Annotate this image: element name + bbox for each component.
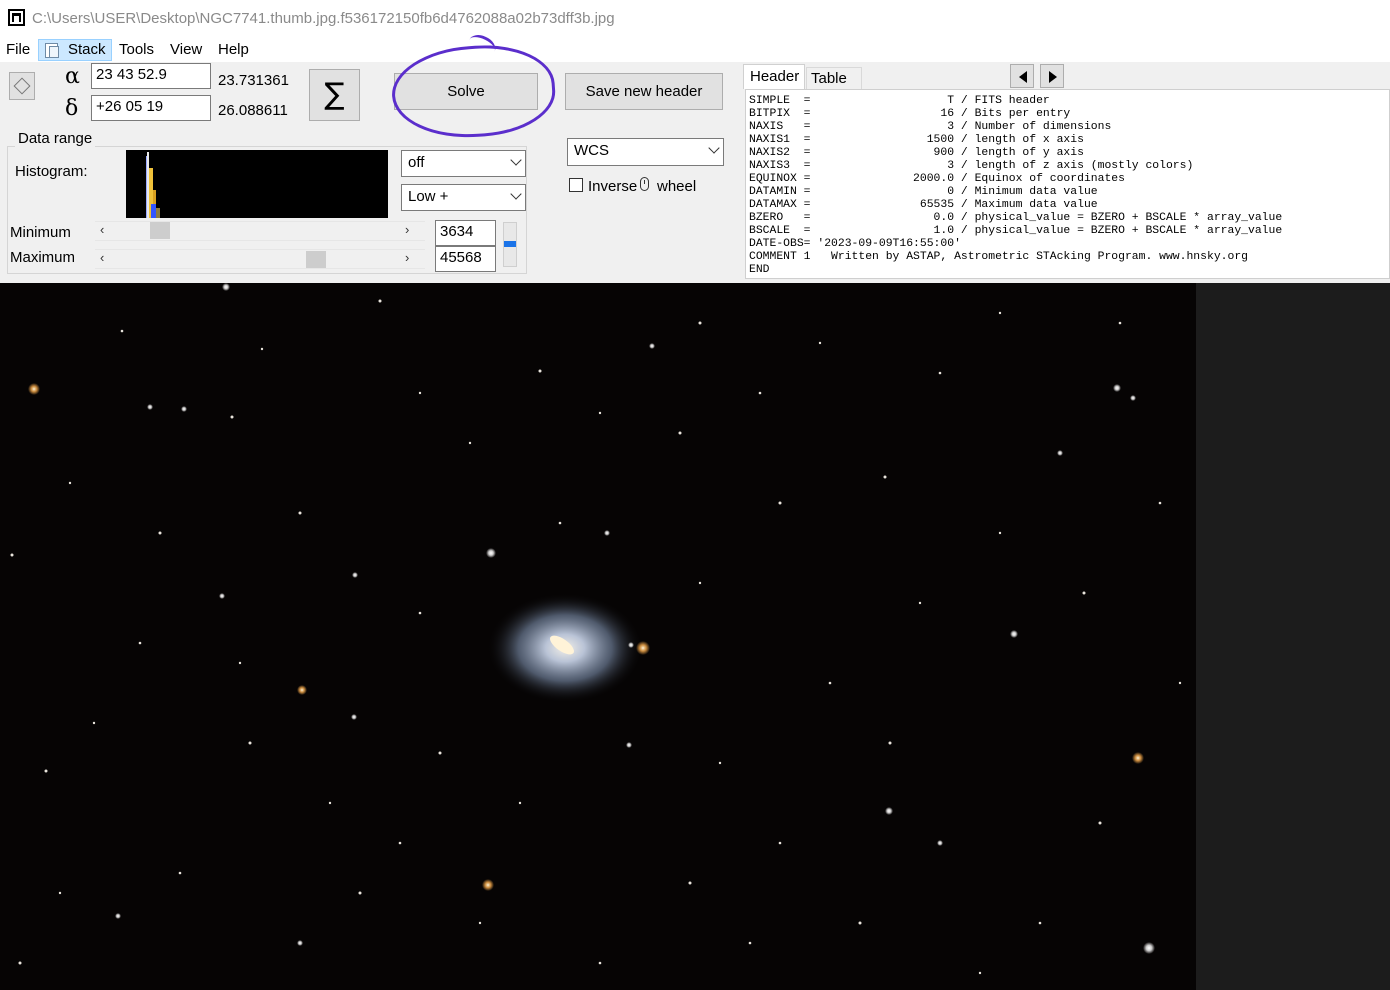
range-select[interactable]: Low + [401, 184, 526, 211]
wcs-select-value: WCS [574, 142, 609, 159]
next-button[interactable] [1040, 64, 1064, 88]
histogram-peak [156, 208, 160, 218]
diamond-icon [13, 77, 31, 95]
maximum-slider[interactable] [95, 249, 425, 269]
minimum-input[interactable]: 3634 [435, 220, 496, 246]
inverse-wheel-checkbox[interactable] [569, 178, 583, 192]
star [649, 343, 655, 349]
maximum-label: Maximum [10, 249, 76, 266]
star [222, 283, 230, 291]
wcs-select[interactable]: WCS [567, 138, 724, 166]
menu-bar [0, 38, 1390, 62]
menu-view[interactable]: View [170, 41, 202, 58]
tab-header-label: Header [750, 68, 800, 85]
star [352, 572, 358, 578]
wheel-label: wheel [657, 178, 697, 195]
chevron-down-icon [510, 154, 522, 166]
app-icon [8, 9, 25, 26]
star [636, 641, 650, 655]
spinner-indicator [504, 241, 516, 247]
star [297, 940, 303, 946]
mouse-icon [640, 177, 649, 191]
star [297, 685, 307, 695]
image-background [1196, 283, 1390, 990]
save-new-header-button[interactable]: Save new header [565, 73, 723, 110]
star [1010, 630, 1018, 638]
star [482, 879, 494, 891]
star [115, 913, 121, 919]
flip-button[interactable] [9, 72, 35, 100]
sum-button[interactable]: ∑ [309, 69, 360, 121]
star [181, 406, 187, 412]
star [147, 404, 153, 410]
star [604, 530, 610, 536]
range-select-value: Low + [408, 188, 449, 205]
chevron-down-icon [708, 142, 720, 154]
fits-header-text: SIMPLE = T / FITS header BITPIX = 16 / B… [749, 95, 1283, 276]
ra-input[interactable]: 23 43 52.9 [91, 63, 211, 89]
inverse-label: Inverse [588, 178, 638, 195]
star [486, 548, 496, 558]
arrow-right-icon [1049, 71, 1057, 83]
histogram-label: Histogram: [15, 163, 88, 180]
dec-decimal: 26.088611 [218, 102, 288, 119]
maximum-input[interactable]: 45568 [435, 246, 496, 272]
dec-input[interactable]: +26 05 19 [91, 95, 211, 121]
maximum-slider-thumb[interactable] [306, 251, 327, 268]
star [219, 593, 225, 599]
previous-button[interactable] [1010, 64, 1034, 88]
star [1057, 450, 1063, 456]
star [885, 807, 893, 815]
star [1132, 752, 1144, 764]
scroll-left-icon[interactable]: ‹ [100, 250, 104, 265]
arrow-left-icon [1019, 71, 1027, 83]
data-range-title: Data range [15, 130, 96, 147]
stretch-select-value: off [408, 154, 425, 171]
menu-file[interactable]: File [6, 41, 30, 58]
scroll-right-icon[interactable]: › [405, 250, 409, 265]
star [28, 383, 40, 395]
tab-table-label: Table [811, 70, 847, 87]
scroll-left-icon[interactable]: ‹ [100, 222, 104, 237]
stretch-select[interactable]: off [401, 150, 526, 177]
minimum-label: Minimum [10, 224, 71, 241]
alpha-symbol: α [65, 64, 80, 89]
star [626, 742, 632, 748]
star [1143, 942, 1155, 954]
menu-help[interactable]: Help [218, 41, 249, 58]
menu-tools[interactable]: Tools [119, 41, 154, 58]
chevron-down-icon [510, 188, 522, 200]
ra-decimal: 23.731361 [218, 72, 289, 89]
star [351, 714, 357, 720]
delta-symbol: δ [65, 96, 79, 121]
star [1130, 395, 1136, 401]
image-viewer[interactable] [0, 283, 1196, 990]
star [937, 840, 943, 846]
menu-stack[interactable]: Stack [68, 41, 106, 58]
minimum-slider[interactable] [95, 221, 425, 241]
scroll-right-icon[interactable]: › [405, 222, 409, 237]
minimum-slider-thumb[interactable] [149, 222, 170, 239]
star [628, 642, 634, 648]
star-field [10, 283, 1182, 975]
window-title: C:\Users\USER\Desktop\NGC7741.thumb.jpg.… [32, 10, 615, 27]
stack-icon [45, 43, 59, 58]
star [1113, 384, 1121, 392]
histogram [126, 150, 388, 218]
